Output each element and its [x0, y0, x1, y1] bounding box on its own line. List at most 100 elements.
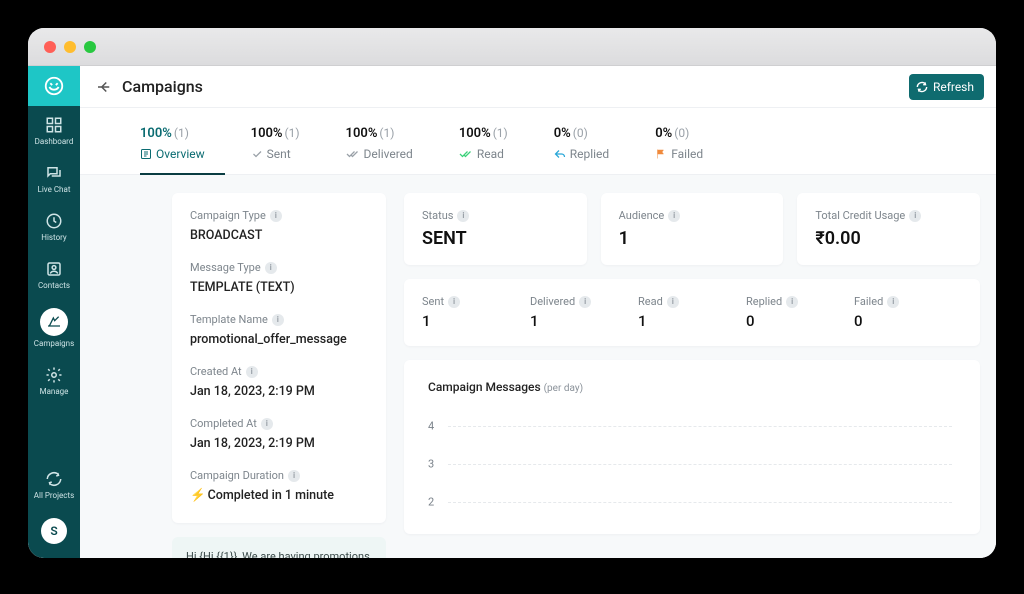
gear-icon	[45, 366, 63, 384]
info-icon[interactable]: i	[246, 366, 258, 378]
info-icon[interactable]: i	[272, 314, 284, 326]
y-tick-label: 2	[428, 496, 434, 509]
tab-replied[interactable]: 0%(0) Replied	[554, 116, 629, 174]
count-failed-value: 0	[854, 312, 962, 330]
count-sent: Senti 1	[422, 295, 530, 330]
sidebar-item-contacts[interactable]: Contacts	[28, 250, 80, 298]
info-icon[interactable]: i	[579, 296, 591, 308]
y-tick-label: 3	[428, 458, 434, 471]
count-sent-value: 1	[422, 312, 530, 330]
created-at-label: Created Ati	[190, 365, 368, 378]
sidebar: Dashboard Live Chat History Contacts Cam…	[28, 66, 80, 558]
tab-overview[interactable]: 100%(1) Overview	[140, 116, 225, 175]
info-icon[interactable]: i	[668, 210, 680, 222]
tab-label: Overview	[156, 147, 205, 161]
info-icon[interactable]: i	[265, 262, 277, 274]
sidebar-item-campaigns[interactable]: Campaigns	[28, 298, 80, 356]
grid-line	[448, 426, 952, 427]
overview-icon	[140, 148, 152, 160]
sidebar-item-label: Live Chat	[38, 185, 71, 194]
campaigns-icon	[40, 308, 68, 336]
page-header: Campaigns Refresh	[80, 66, 996, 108]
main-area: Campaigns Refresh 100%(1) Overview 100%(…	[80, 66, 996, 558]
tabs-bar: 100%(1) Overview 100%(1) Sent 100%(1) De…	[80, 108, 996, 175]
dashboard-icon	[45, 116, 63, 134]
avatar[interactable]: S	[41, 518, 67, 544]
chart-card: Campaign Messages (per day) 4 3	[404, 360, 980, 534]
history-icon	[45, 212, 63, 230]
right-column: Statusi SENT Audiencei 1 Total Credit Us…	[404, 193, 980, 534]
tab-sent[interactable]: 100%(1) Sent	[251, 116, 320, 174]
sidebar-item-live-chat[interactable]: Live Chat	[28, 154, 80, 202]
credit-label: Total Credit Usagei	[815, 209, 962, 222]
reply-icon	[554, 148, 566, 160]
sidebar-item-label: Campaigns	[34, 339, 74, 348]
info-icon[interactable]: i	[261, 418, 273, 430]
tab-percent: 100%	[459, 126, 491, 141]
sidebar-item-label: Manage	[40, 387, 69, 396]
tab-delivered[interactable]: 100%(1) Delivered	[346, 116, 433, 174]
campaign-details-card: Campaign Typei BROADCAST Message Typei T…	[172, 193, 386, 523]
chart-title: Campaign Messages (per day)	[428, 380, 956, 394]
window-zoom-dot[interactable]	[84, 41, 96, 53]
tab-count: (1)	[174, 126, 189, 140]
status-card: Statusi SENT	[404, 193, 587, 265]
back-button[interactable]	[92, 75, 116, 99]
info-icon[interactable]: i	[667, 296, 679, 308]
info-icon[interactable]: i	[457, 210, 469, 222]
sidebar-item-all-projects[interactable]: All Projects	[28, 460, 80, 508]
info-icon[interactable]: i	[288, 470, 300, 482]
sidebar-item-dashboard[interactable]: Dashboard	[28, 106, 80, 154]
tab-percent: 100%	[140, 126, 172, 141]
tab-count: (1)	[493, 126, 508, 140]
count-replied-value: 0	[746, 312, 854, 330]
audience-card: Audiencei 1	[601, 193, 784, 265]
info-icon[interactable]: i	[909, 210, 921, 222]
tab-count: (0)	[573, 126, 588, 140]
brand-logo[interactable]	[28, 66, 80, 106]
credit-value: ₹0.00	[815, 228, 962, 249]
arrow-left-icon	[95, 78, 113, 96]
created-at-value: Jan 18, 2023, 2:19 PM	[190, 384, 368, 399]
window-close-dot[interactable]	[44, 41, 56, 53]
message-preview-text: Hi {Hi {{1}}, We are having promotions	[186, 550, 370, 558]
bolt-icon: ⚡	[190, 488, 206, 503]
content-scroll[interactable]: Campaign Typei BROADCAST Message Typei T…	[80, 175, 996, 558]
template-name-label: Template Namei	[190, 313, 368, 326]
campaign-type-label: Campaign Typei	[190, 209, 368, 222]
count-delivered: Deliveredi 1	[530, 295, 638, 330]
counts-card: Senti 1 Deliveredi 1 Readi 1	[404, 279, 980, 346]
completed-at-label: Completed Ati	[190, 417, 368, 430]
duration-label: Campaign Durationi	[190, 469, 368, 482]
sidebar-item-label: All Projects	[34, 491, 74, 500]
count-failed: Failedi 0	[854, 295, 962, 330]
sidebar-item-manage[interactable]: Manage	[28, 356, 80, 404]
audience-label: Audiencei	[619, 209, 766, 222]
info-icon[interactable]: i	[887, 296, 899, 308]
status-value: SENT	[422, 228, 569, 249]
info-icon[interactable]: i	[270, 210, 282, 222]
page-title: Campaigns	[122, 77, 909, 96]
tab-label: Delivered	[364, 147, 413, 161]
info-icon[interactable]: i	[448, 296, 460, 308]
completed-at-value: Jan 18, 2023, 2:19 PM	[190, 436, 368, 451]
chart-subtitle: (per day)	[544, 383, 583, 394]
tab-percent: 100%	[251, 126, 283, 141]
tab-read[interactable]: 100%(1) Read	[459, 116, 528, 174]
flag-icon	[655, 148, 667, 160]
tab-count: (1)	[379, 126, 394, 140]
template-name-value: promotional_offer_message	[190, 332, 368, 347]
refresh-button[interactable]: Refresh	[909, 74, 984, 100]
chart-plot-area: 4 3 2	[428, 414, 956, 534]
tab-failed[interactable]: 0%(0) Failed	[655, 116, 723, 174]
left-column: Campaign Typei BROADCAST Message Typei T…	[172, 193, 386, 558]
sidebar-item-history[interactable]: History	[28, 202, 80, 250]
tab-label: Read	[477, 147, 504, 161]
chat-icon	[45, 164, 63, 182]
audience-value: 1	[619, 228, 766, 249]
window-minimize-dot[interactable]	[64, 41, 76, 53]
count-read: Readi 1	[638, 295, 746, 330]
info-icon[interactable]: i	[786, 296, 798, 308]
app-window: Dashboard Live Chat History Contacts Cam…	[28, 28, 996, 558]
tab-count: (1)	[285, 126, 300, 140]
